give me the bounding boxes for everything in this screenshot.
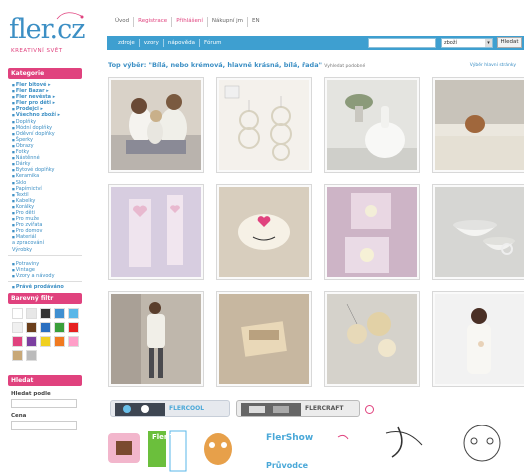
product-image xyxy=(219,187,309,277)
search-heading: Hledat xyxy=(8,375,82,386)
flercool-label: FLERCOOL xyxy=(169,405,205,412)
promo-area: Fler TV FlerShow Průvodce xyxy=(108,424,518,475)
product-tile[interactable] xyxy=(324,291,420,387)
catbar-link[interactable]: nápověda xyxy=(164,39,201,47)
color-swatches xyxy=(8,304,82,361)
flercool-banner[interactable]: FLERCOOL xyxy=(110,400,230,417)
product-tile[interactable] xyxy=(432,291,524,387)
flercraft-label: FLERCRAFT xyxy=(305,405,344,412)
product-tile[interactable] xyxy=(108,184,204,280)
color-swatch[interactable] xyxy=(26,308,37,319)
product-tile[interactable] xyxy=(324,184,420,280)
flershow-label[interactable]: FlerShow xyxy=(266,433,313,443)
product-image xyxy=(327,80,417,170)
fler-tv-label[interactable]: Fler TV xyxy=(152,433,180,441)
nav-register[interactable]: Registrace xyxy=(134,17,173,27)
product-tile[interactable] xyxy=(108,291,204,387)
divider xyxy=(8,254,82,256)
price-field[interactable] xyxy=(11,421,77,430)
color-swatch[interactable] xyxy=(40,336,51,347)
guide-label[interactable]: Průvodce xyxy=(266,461,308,470)
product-tile[interactable] xyxy=(108,77,204,173)
catbar-link[interactable]: Fórum xyxy=(200,39,225,47)
category-list: Fler bitové ▸Fler Bazar ▸Fler nevěsta ▸F… xyxy=(8,79,82,253)
product-image xyxy=(111,187,201,277)
logo-text: fler.cz xyxy=(9,14,85,45)
color-swatch[interactable] xyxy=(54,322,65,333)
price-label: Cena xyxy=(11,413,27,419)
page-title: Top výběr: "Bílá, nebo krémová, hlavně k… xyxy=(108,61,365,69)
nav-home[interactable]: Úvod xyxy=(111,17,135,27)
color-swatch[interactable] xyxy=(68,336,79,347)
color-swatch[interactable] xyxy=(68,322,79,333)
product-tile[interactable] xyxy=(432,184,524,280)
nav-login[interactable]: Přihlášení xyxy=(172,17,208,27)
product-image xyxy=(435,294,524,384)
chevron-down-icon: ▾ xyxy=(485,39,492,47)
product-image xyxy=(219,294,309,384)
color-swatch[interactable] xyxy=(12,308,23,319)
color-swatch[interactable] xyxy=(26,350,37,361)
product-image xyxy=(327,294,417,384)
product-tile[interactable] xyxy=(324,77,420,173)
color-filter-heading: Barevný filtr xyxy=(8,293,82,304)
product-tile[interactable] xyxy=(432,77,524,173)
color-swatch[interactable] xyxy=(40,322,51,333)
product-image xyxy=(219,80,309,170)
color-swatch[interactable] xyxy=(12,322,23,333)
sidebar-link-sold[interactable]: Právě prodáváno xyxy=(12,284,82,290)
product-image xyxy=(327,187,417,277)
carousel-next-icon[interactable] xyxy=(365,405,374,414)
filter-label: Hledat podle xyxy=(11,391,51,397)
nav-cart[interactable]: Nákupní jm xyxy=(208,17,248,27)
color-swatch[interactable] xyxy=(26,322,37,333)
sidebar-category-item[interactable]: Výrobky xyxy=(12,247,82,253)
similar-link[interactable]: Vyhledat podobné xyxy=(324,64,365,69)
filter-field[interactable] xyxy=(11,399,77,408)
page-title-text: Top výběr: "Bílá, nebo krémová, hlavně k… xyxy=(108,61,322,69)
color-swatch[interactable] xyxy=(12,336,23,347)
logo-tagline: KREATIVNÍ SVĚT xyxy=(11,48,63,54)
product-tile[interactable] xyxy=(216,77,312,173)
top-nav: Úvod Registrace Přihlášení Nákupní jm EN xyxy=(111,17,264,27)
color-swatch[interactable] xyxy=(40,308,51,319)
product-image xyxy=(111,80,201,170)
search-input[interactable] xyxy=(368,38,436,48)
flercraft-banner[interactable]: FLERCRAFT xyxy=(236,400,360,417)
catbar-link[interactable]: zdroje xyxy=(114,39,140,47)
nav-language[interactable]: EN xyxy=(248,17,264,27)
color-swatch[interactable] xyxy=(68,308,79,319)
product-tile[interactable] xyxy=(216,291,312,387)
product-image xyxy=(435,80,524,170)
divider xyxy=(8,280,82,282)
color-swatch[interactable] xyxy=(54,336,65,347)
search-scope-value: zboží xyxy=(444,40,457,46)
shoes-icon xyxy=(115,403,165,416)
categories-heading: Kategorie xyxy=(8,68,82,79)
highlight-link[interactable]: Výběr hlavní stránky xyxy=(470,63,516,68)
craft-tools-icon xyxy=(241,403,301,416)
category-bar: zdroje vzory nápověda Fórum zboží ▾ Hled… xyxy=(107,36,524,50)
search-button[interactable]: Hledat xyxy=(497,37,522,48)
sidebar: Kategorie Fler bitové ▸Fler Bazar ▸Fler … xyxy=(8,68,82,430)
product-image xyxy=(111,294,201,384)
catbar-link[interactable]: vzory xyxy=(140,39,164,47)
search-scope-select[interactable]: zboží ▾ xyxy=(441,38,493,48)
logo[interactable]: fler.cz KREATIVNÍ SVĚT xyxy=(9,11,91,57)
color-swatch[interactable] xyxy=(26,336,37,347)
product-tile[interactable] xyxy=(216,184,312,280)
product-image xyxy=(435,187,524,277)
color-swatch[interactable] xyxy=(12,350,23,361)
sidebar-category-item[interactable]: Vzory a návody xyxy=(12,273,82,279)
product-grid xyxy=(108,77,524,387)
color-swatch[interactable] xyxy=(54,308,65,319)
category-list-secondary: PotravinyVintageVzory a návody xyxy=(8,258,82,279)
